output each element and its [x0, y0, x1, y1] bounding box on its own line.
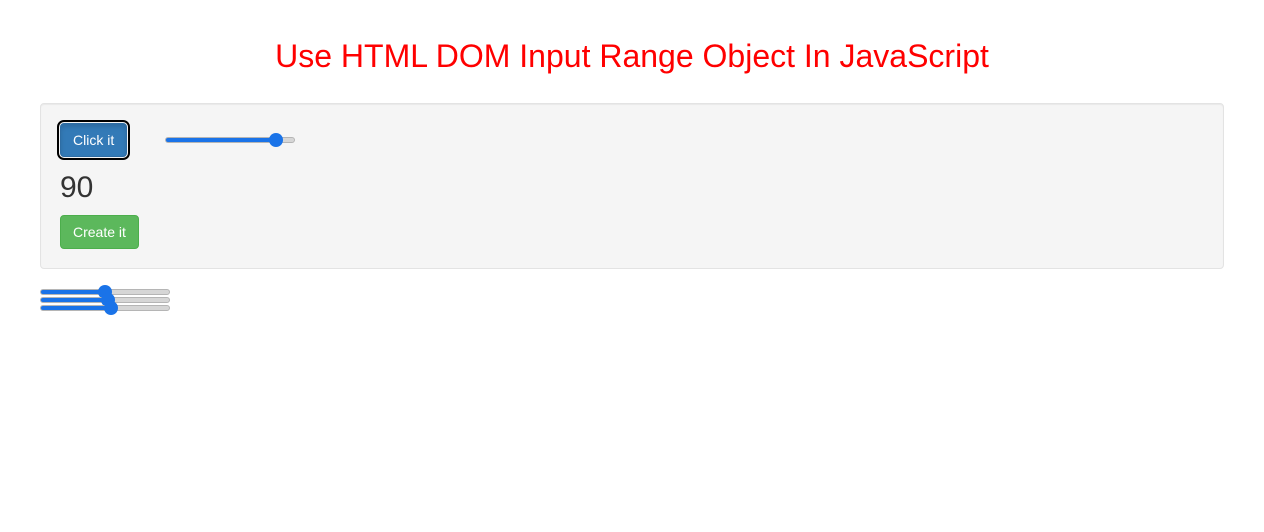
create-it-button[interactable]: Create it [60, 215, 139, 249]
demo-well: Click it 90 Create it [40, 103, 1224, 269]
click-it-button[interactable]: Click it [60, 123, 127, 157]
created-range-slider-2[interactable] [40, 297, 170, 303]
range-value-output: 90 [60, 171, 1204, 205]
main-range-slider[interactable] [165, 137, 295, 143]
created-sliders-group [40, 289, 1224, 311]
page-title: Use HTML DOM Input Range Object In JavaS… [40, 0, 1224, 103]
created-range-slider-3[interactable] [40, 305, 170, 311]
top-row: Click it [60, 123, 1204, 157]
